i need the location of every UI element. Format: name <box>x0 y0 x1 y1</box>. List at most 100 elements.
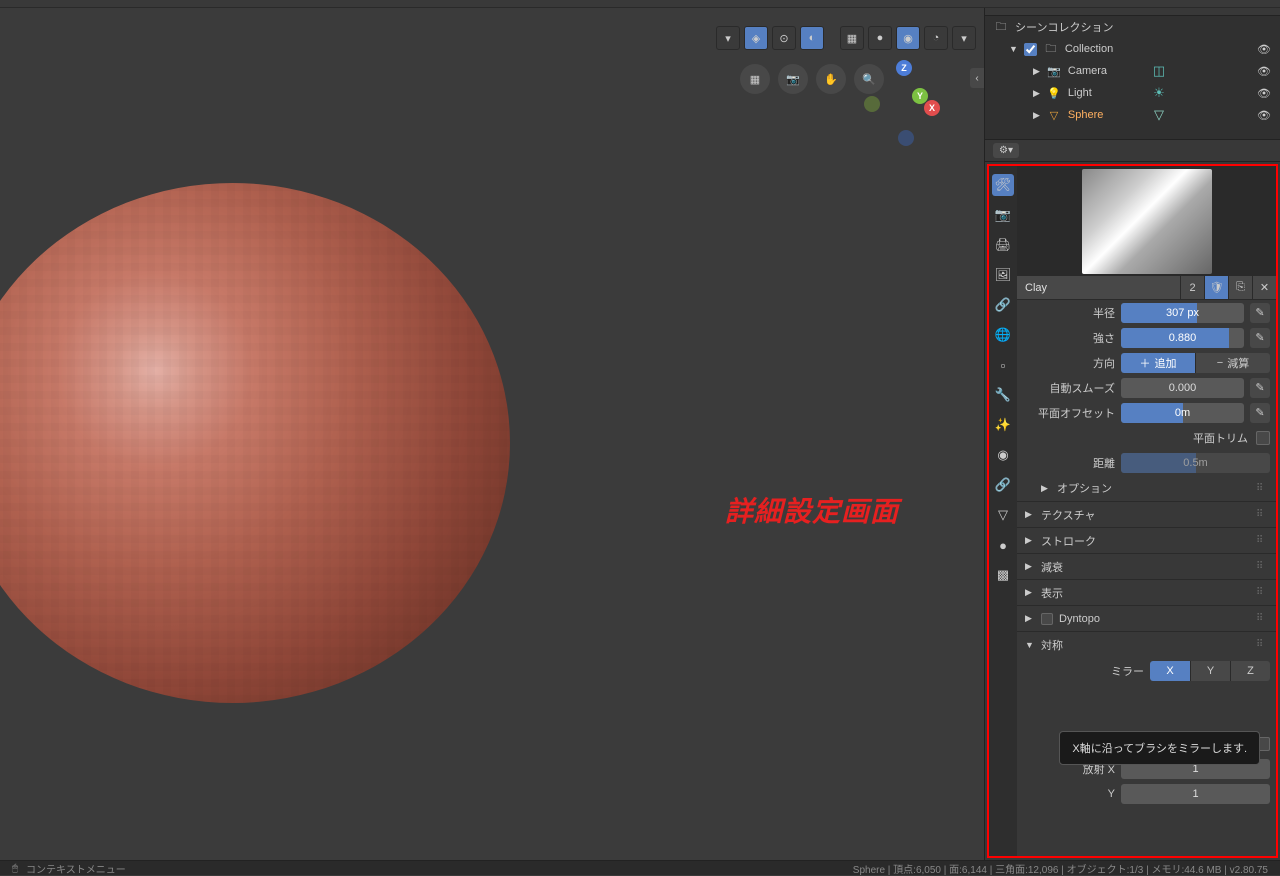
camera-icon: 📷 <box>1046 63 1062 79</box>
overlay-toggle-icon[interactable]: ⊙ <box>772 26 796 50</box>
new-brush-icon[interactable]: ⎘ <box>1228 276 1252 299</box>
pressure-radius-icon[interactable]: ✎ <box>1250 303 1270 323</box>
collection-visibility-checkbox[interactable] <box>1024 43 1037 56</box>
direction-subtract-button[interactable]: −減算 <box>1195 353 1270 373</box>
disclosure-triangle-icon[interactable]: ▶ <box>1033 110 1040 121</box>
grid-icon[interactable]: ▦ <box>740 64 770 94</box>
outliner-item-sphere[interactable]: ▶ ▽ Sphere ▽ 👁 <box>985 104 1280 126</box>
tab-scene-icon[interactable]: 🔗 <box>992 294 1014 316</box>
shading-matcap-icon[interactable]: ◉ <box>896 26 920 50</box>
panel-dyntopo[interactable]: ▶ Dyntopo ⠿ <box>1017 605 1276 631</box>
tab-world-icon[interactable]: 🌐 <box>992 324 1014 346</box>
pressure-plane-offset-icon[interactable]: ✎ <box>1250 403 1270 423</box>
outliner-item-camera[interactable]: ▶ 📷 Camera ◫ 👁 <box>985 60 1280 82</box>
tab-particles-icon[interactable]: ✨ <box>992 414 1014 436</box>
tab-modifiers-icon[interactable]: 🔧 <box>992 384 1014 406</box>
disclosure-triangle-icon[interactable]: ▶ <box>1033 66 1040 77</box>
props-options-bar: ⚙▾ <box>985 140 1280 162</box>
plane-trim-checkbox[interactable] <box>1256 431 1270 445</box>
strength-slider[interactable]: 0.880 <box>1121 328 1244 348</box>
axis-neg-y-icon[interactable] <box>864 96 880 112</box>
mirror-z-button[interactable]: Z <box>1230 661 1270 681</box>
panel-option[interactable]: ▶ オプション ⠿ <box>1017 475 1276 501</box>
shading-wire-icon[interactable]: ▦ <box>840 26 864 50</box>
radial-y-row: Y 1 <box>1017 781 1276 806</box>
panel-symmetry[interactable]: ▼ 対称 ⠿ <box>1017 631 1276 657</box>
tab-mesh-icon[interactable]: ▽ <box>992 504 1014 526</box>
tab-object-icon[interactable]: ▫ <box>992 354 1014 376</box>
outliner-collection[interactable]: ▼ 🗀 Collection 👁 <box>985 38 1280 60</box>
disclosure-triangle-icon[interactable]: ▼ <box>1009 44 1018 54</box>
panel-display[interactable]: ▶ 表示 ⠿ <box>1017 579 1276 605</box>
eye-icon[interactable]: 👁 <box>1256 87 1272 100</box>
shading-dropdown-icon[interactable]: ▾ <box>952 26 976 50</box>
xray-toggle-icon[interactable]: ◐ <box>800 26 824 50</box>
tab-physics-icon[interactable]: ◉ <box>992 444 1014 466</box>
props-options-button[interactable]: ⚙▾ <box>993 143 1019 158</box>
disclosure-triangle-icon[interactable]: ▶ <box>1033 88 1040 99</box>
overlay-dropdown-icon[interactable]: ▾ <box>716 26 740 50</box>
mouse-icon: 🖱 <box>12 863 18 874</box>
gizmo-toggle-icon[interactable]: ◈ <box>744 26 768 50</box>
drag-handle-icon[interactable]: ⠿ <box>1256 561 1268 572</box>
eye-icon[interactable]: 👁 <box>1256 109 1272 122</box>
panel-stroke[interactable]: ▶ ストローク ⠿ <box>1017 527 1276 553</box>
fake-user-icon[interactable]: 🛡 <box>1204 276 1228 299</box>
camera-data-icon[interactable]: ◫ <box>1153 63 1165 79</box>
brush-name-input[interactable] <box>1017 276 1180 299</box>
pan-icon[interactable]: ✋ <box>816 64 846 94</box>
light-data-icon[interactable]: ☀ <box>1153 85 1165 101</box>
viewport-toolbar: ▾ ◈ ⊙ ◐ ▦ ● ◉ ◔ ▾ <box>716 26 976 50</box>
drag-handle-icon[interactable]: ⠿ <box>1256 535 1268 546</box>
camera-view-icon[interactable]: 📷 <box>778 64 808 94</box>
axis-neg-z-icon[interactable] <box>898 130 914 146</box>
mesh-icon: ▽ <box>1046 107 1062 123</box>
shading-rendered-icon[interactable]: ◔ <box>924 26 948 50</box>
annotation-label: 詳細設定画面 <box>725 490 899 530</box>
radius-slider[interactable]: 307 px <box>1121 303 1244 323</box>
direction-add-button[interactable]: ＋追加 <box>1121 353 1195 373</box>
axis-z-icon[interactable]: Z <box>896 60 912 76</box>
tab-material-icon[interactable]: ● <box>992 534 1014 556</box>
axis-gizmo[interactable]: Z Y X <box>864 60 944 140</box>
tab-tool-icon[interactable]: 🛠 <box>992 174 1014 196</box>
unlink-brush-icon[interactable]: ✕ <box>1252 276 1276 299</box>
outliner-item-light[interactable]: ▶ 💡 Light ☀ 👁 <box>985 82 1280 104</box>
viewport-3d[interactable]: 詳細設定画面 ▾ ◈ ⊙ ◐ ▦ ● ◉ ◔ ▾ ▦ 📷 ✋ 🔍 ‹ Z Y X <box>0 8 984 860</box>
pressure-strength-icon[interactable]: ✎ <box>1250 328 1270 348</box>
drag-handle-icon[interactable]: ⠿ <box>1256 587 1268 598</box>
drag-handle-icon[interactable]: ⠿ <box>1256 509 1268 520</box>
brush-users-count[interactable]: 2 <box>1180 276 1204 299</box>
direction-row: 方向 ＋追加 −減算 <box>1017 350 1276 375</box>
shading-solid-icon[interactable]: ● <box>868 26 892 50</box>
tab-output-icon[interactable]: 🖨 <box>992 234 1014 256</box>
drag-handle-icon[interactable]: ⠿ <box>1256 483 1268 494</box>
outliner-scene-collection[interactable]: 🗀 シーンコレクション <box>985 16 1280 38</box>
chevron-right-icon: ▶ <box>1025 587 1035 598</box>
mesh-data-icon[interactable]: ▽ <box>1154 107 1164 123</box>
chevron-right-icon: ▶ <box>1041 483 1051 494</box>
tab-render-icon[interactable]: 📷 <box>992 204 1014 226</box>
dyntopo-checkbox[interactable] <box>1041 613 1053 625</box>
tab-viewlayer-icon[interactable]: 🖼 <box>992 264 1014 286</box>
drag-handle-icon[interactable]: ⠿ <box>1256 613 1268 624</box>
tab-texture-icon[interactable]: ▩ <box>992 564 1014 586</box>
axis-x-icon[interactable]: X <box>924 100 940 116</box>
eye-icon[interactable]: 👁 <box>1256 65 1272 78</box>
panel-texture[interactable]: ▶ テクスチャ ⠿ <box>1017 501 1276 527</box>
brush-name-row: 2 🛡 ⎘ ✕ <box>1017 276 1276 300</box>
autosmooth-slider[interactable]: 0.000 <box>1121 378 1244 398</box>
eye-icon[interactable]: 👁 <box>1256 43 1272 56</box>
panel-falloff[interactable]: ▶ 減衰 ⠿ <box>1017 553 1276 579</box>
panel-collapse-icon[interactable]: ‹ <box>970 68 984 88</box>
mirror-y-button[interactable]: Y <box>1190 661 1230 681</box>
distance-slider[interactable]: 0.5m <box>1121 453 1270 473</box>
tab-constraints-icon[interactable]: 🔗 <box>992 474 1014 496</box>
brush-thumbnail <box>1082 169 1212 274</box>
mirror-x-button[interactable]: X <box>1150 661 1190 681</box>
pressure-autosmooth-icon[interactable]: ✎ <box>1250 378 1270 398</box>
plane-offset-slider[interactable]: 0m <box>1121 403 1244 423</box>
brush-preview[interactable] <box>1017 166 1276 276</box>
drag-handle-icon[interactable]: ⠿ <box>1256 639 1268 650</box>
radial-y-field[interactable]: 1 <box>1121 784 1270 804</box>
